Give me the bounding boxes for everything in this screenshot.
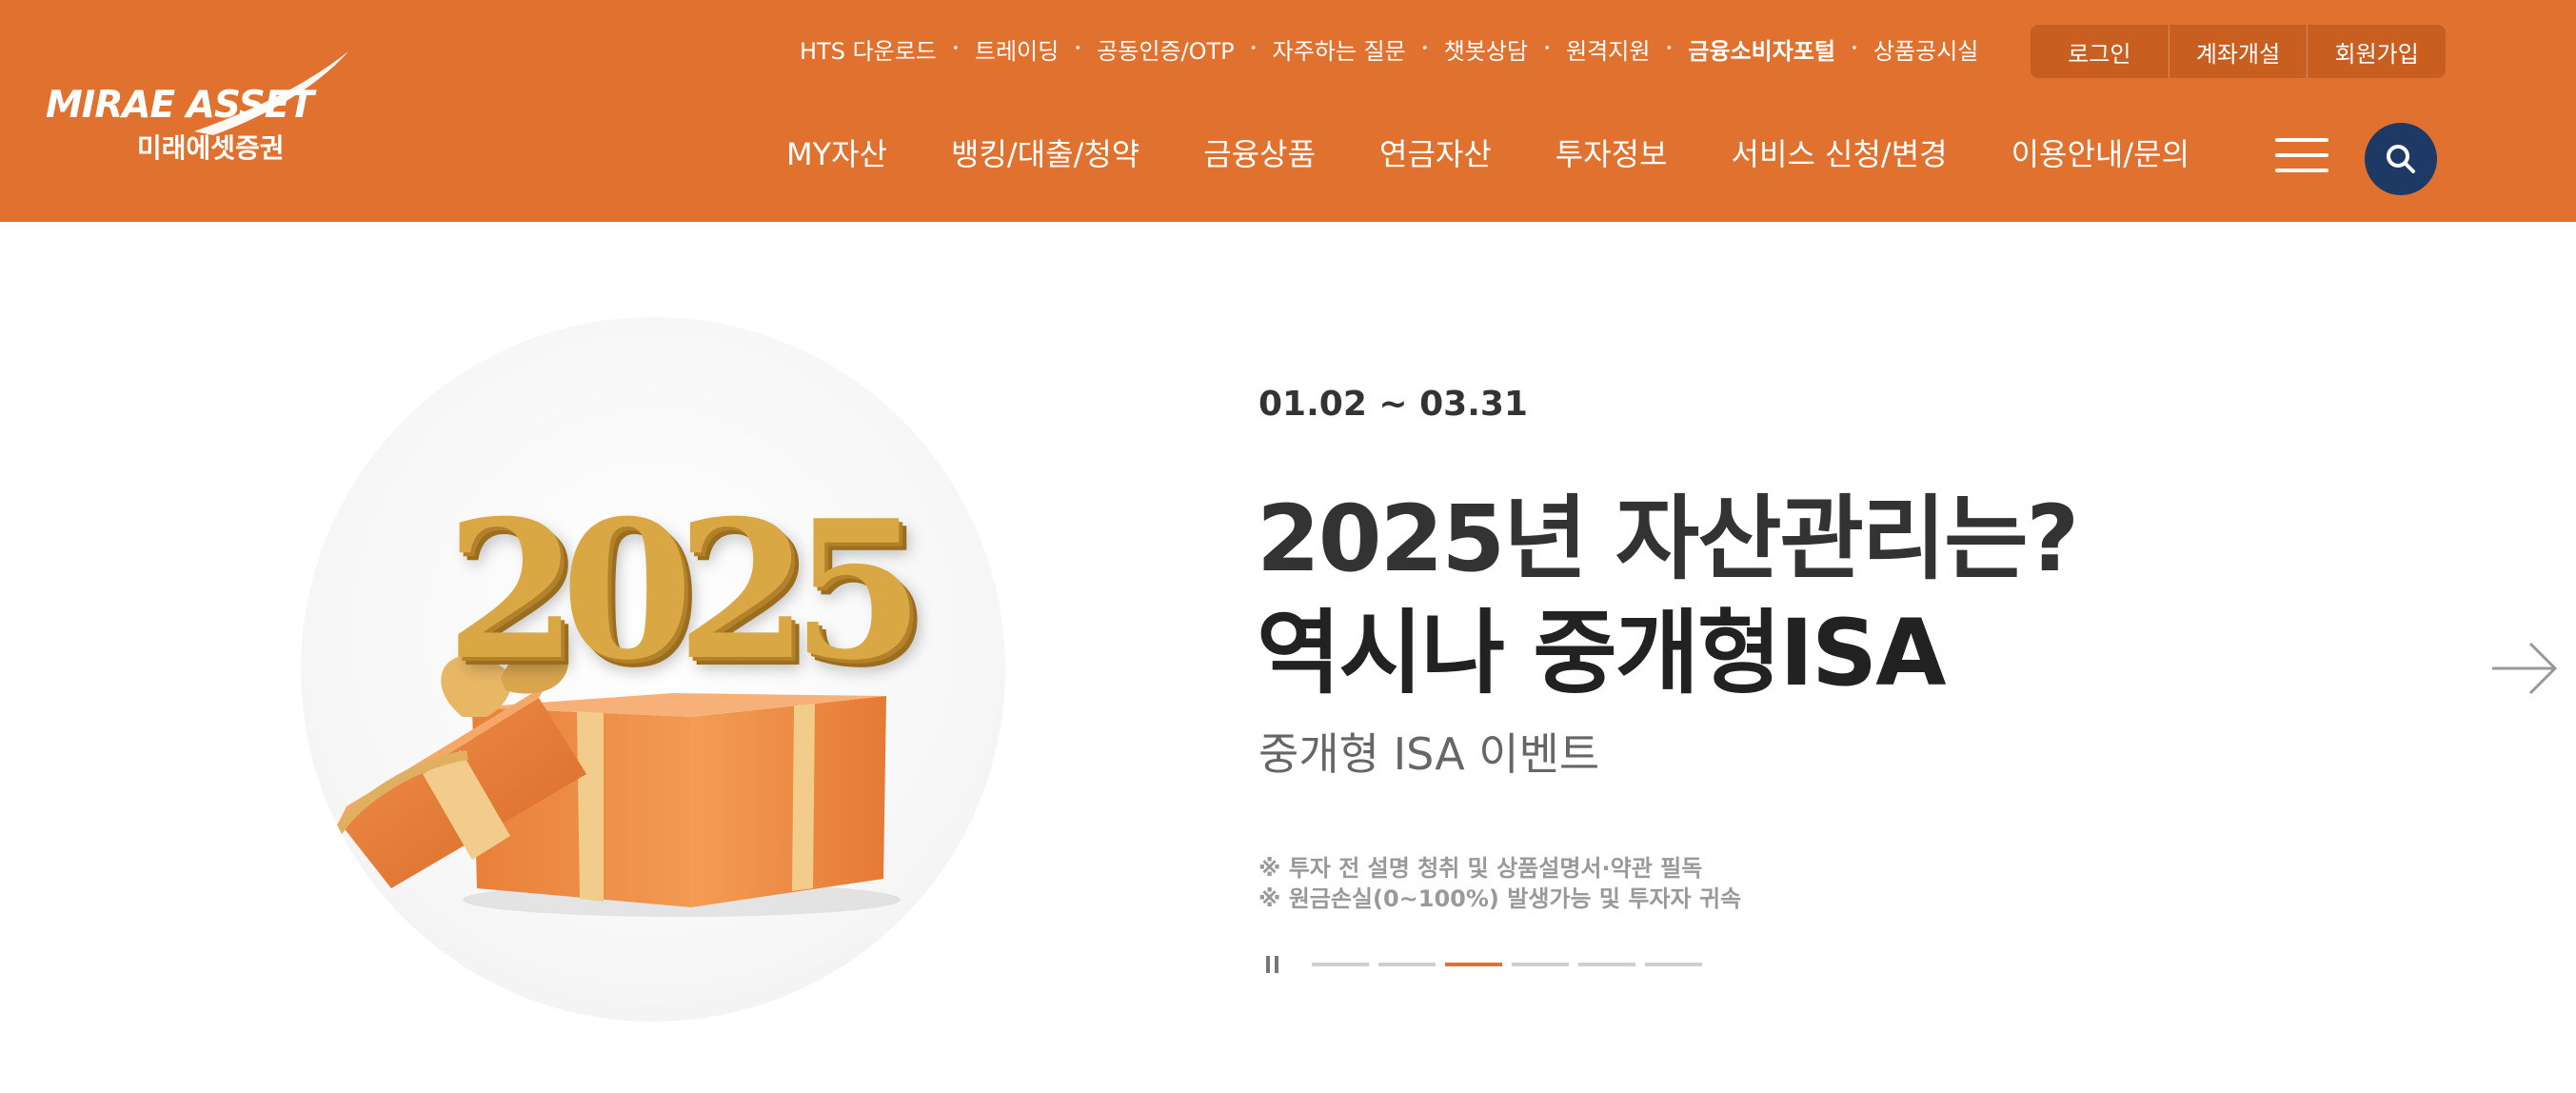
search-icon bbox=[2387, 145, 2415, 173]
logo-text-ko: 미래에셋증권 bbox=[137, 132, 285, 164]
hero-notice-2: ※ 원금손실(0~100%) 발생가능 및 투자자 귀속 bbox=[1258, 885, 1742, 912]
util-separator: • bbox=[1420, 41, 1429, 56]
nav-service-request[interactable]: 서비스 신청/변경 bbox=[1732, 130, 1948, 174]
open-account-button[interactable]: 계좌개설 bbox=[2168, 25, 2308, 78]
slide-indicator-4[interactable] bbox=[1512, 963, 1569, 966]
nav-my-assets[interactable]: MY자산 bbox=[786, 130, 887, 174]
hero-title-line1: 2025년 자산관리는? bbox=[1257, 486, 2079, 592]
nav-help-inquiry[interactable]: 이용안내/문의 bbox=[2011, 130, 2190, 174]
util-separator: • bbox=[1850, 41, 1859, 56]
slide-indicator-3[interactable] bbox=[1445, 963, 1502, 966]
nav-pension[interactable]: 연금자산 bbox=[1379, 130, 1492, 174]
util-separator: • bbox=[951, 41, 961, 56]
login-button[interactable]: 로그인 bbox=[2031, 25, 2169, 78]
arrow-right-icon bbox=[2492, 642, 2558, 695]
util-product-disclosure[interactable]: 상품공시실 bbox=[1873, 32, 1978, 66]
slide-indicator-2[interactable] bbox=[1378, 963, 1436, 966]
nav-investment-info[interactable]: 투자정보 bbox=[1556, 130, 1668, 174]
hero-image[interactable]: 2025 bbox=[301, 317, 1005, 1022]
util-separator: • bbox=[1249, 41, 1258, 56]
slide-indicator-6[interactable] bbox=[1645, 963, 1702, 966]
util-certificate-otp[interactable]: 공동인증/OTP bbox=[1097, 32, 1234, 66]
util-consumer-portal[interactable]: 금융소비자포털 bbox=[1688, 32, 1835, 66]
hamburger-menu-icon[interactable] bbox=[2275, 134, 2328, 176]
util-separator: • bbox=[1665, 41, 1674, 56]
event-period: 01.02 ~ 03.31 bbox=[1258, 385, 1528, 424]
hero-notice-1: ※ 투자 전 설명 청취 및 상품설명서·약관 필독 bbox=[1258, 855, 1703, 882]
slide-indicators bbox=[1312, 963, 1712, 966]
main-nav: MY자산 뱅킹/대출/청약 금융상품 연금자산 투자정보 서비스 신청/변경 이… bbox=[786, 124, 2190, 181]
next-slide-button[interactable] bbox=[2488, 638, 2561, 699]
slide-indicator-1[interactable] bbox=[1312, 963, 1369, 966]
util-hts-download[interactable]: HTS 다운로드 bbox=[800, 32, 937, 66]
hero-subtitle: 중개형 ISA 이벤트 bbox=[1258, 728, 1600, 780]
pause-icon[interactable] bbox=[1266, 956, 1281, 973]
util-chatbot[interactable]: 챗봇상담 bbox=[1444, 32, 1528, 66]
site-header: MIRAE ASSET 미래에셋증권 HTS 다운로드 • 트레이딩 • 공동인… bbox=[0, 0, 2576, 222]
signup-button[interactable]: 회원가입 bbox=[2307, 25, 2446, 78]
util-faq[interactable]: 자주하는 질문 bbox=[1273, 32, 1406, 66]
search-button[interactable] bbox=[2365, 123, 2437, 195]
auth-button-group: 로그인 계좌개설 회원가입 bbox=[2031, 25, 2446, 78]
logo-text-en: MIRAE ASSET bbox=[46, 84, 314, 127]
util-separator: • bbox=[1542, 41, 1552, 56]
util-trading[interactable]: 트레이딩 bbox=[975, 32, 1059, 66]
nav-banking-loan[interactable]: 뱅킹/대출/청약 bbox=[951, 130, 1139, 174]
nav-financial-products[interactable]: 금융상품 bbox=[1203, 130, 1316, 174]
hero-title-line2: 역시나 중개형ISA bbox=[1257, 600, 1946, 706]
slide-indicator-5[interactable] bbox=[1578, 963, 1635, 966]
utility-nav: HTS 다운로드 • 트레이딩 • 공동인증/OTP • 자주하는 질문 • 챗… bbox=[800, 25, 1978, 72]
hero-year-text: 2025 bbox=[446, 479, 924, 703]
util-separator: • bbox=[1074, 41, 1082, 56]
brand-logo[interactable]: MIRAE ASSET 미래에셋증권 bbox=[42, 48, 356, 171]
util-remote-support[interactable]: 원격지원 bbox=[1566, 32, 1650, 66]
